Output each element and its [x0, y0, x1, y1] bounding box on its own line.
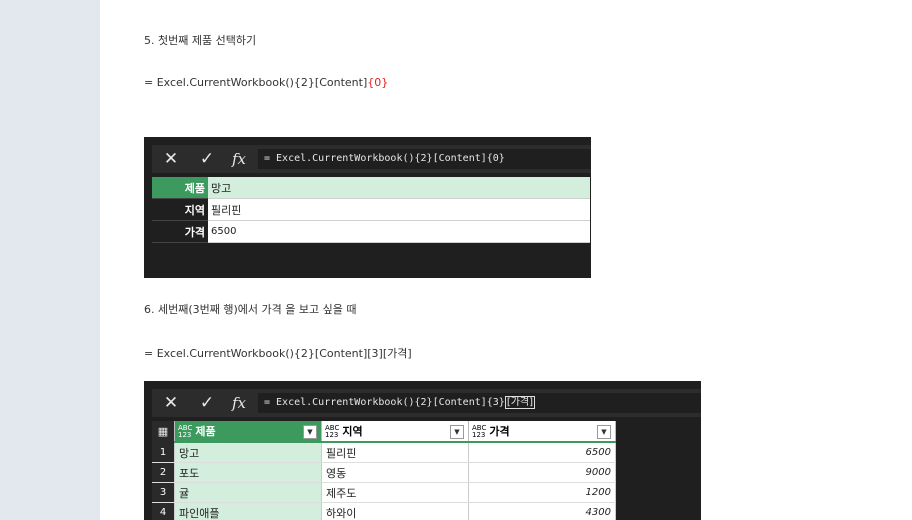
table-header-row: ▦ ABC 123 제품 ▼ ABC 123 지역 ▼ ABC 123 가격 ▼ — [152, 421, 616, 443]
step6-formula: = Excel.CurrentWorkbook(){2}[Content][3]… — [144, 347, 412, 360]
row-index: 3 — [152, 482, 175, 503]
table-row: 2 포도 영동 9000 — [152, 462, 616, 483]
formula-main: = Excel.CurrentWorkbook(){2}[Content]{3} — [264, 397, 505, 408]
record-row: 제품 망고 — [152, 177, 590, 199]
formula-input[interactable]: = Excel.CurrentWorkbook(){2}[Content]{0} — [258, 149, 591, 169]
cell-region[interactable]: 영동 — [321, 462, 469, 483]
left-sidebar — [0, 0, 100, 520]
step5-formula-main: = Excel.CurrentWorkbook(){2}[Content] — [144, 76, 368, 89]
cell-product[interactable]: 파인애플 — [174, 502, 322, 520]
record-key: 지역 — [152, 198, 208, 221]
power-query-record-screenshot: ✕ ✓ fx = Excel.CurrentWorkbook(){2}[Cont… — [144, 137, 591, 278]
row-index: 4 — [152, 502, 175, 520]
cell-product[interactable]: 귤 — [174, 482, 322, 503]
record-value[interactable]: 6500 — [208, 220, 590, 243]
record-value[interactable]: 필리핀 — [208, 198, 590, 221]
cell-region[interactable]: 하와이 — [321, 502, 469, 520]
close-icon[interactable]: ✕ — [160, 389, 182, 417]
cell-product[interactable]: 포도 — [174, 462, 322, 483]
record-key: 가격 — [152, 220, 208, 243]
chevron-down-icon[interactable]: ▼ — [450, 425, 464, 439]
cell-region[interactable]: 제주도 — [321, 482, 469, 503]
record-key: 제품 — [152, 177, 208, 199]
step6-heading: 6. 세번째(3번째 행)에서 가격 을 보고 싶을 때 — [144, 303, 357, 316]
table-row: 1 망고 필리핀 6500 — [152, 442, 616, 463]
close-icon[interactable]: ✕ — [160, 145, 182, 173]
formula-bar: ✕ ✓ fx = Excel.CurrentWorkbook(){2}[Cont… — [152, 145, 591, 173]
step5-heading: 5. 첫번째 제품 선택하기 — [144, 34, 257, 47]
formula-bar: ✕ ✓ fx = Excel.CurrentWorkbook(){2}[Cont… — [152, 389, 701, 417]
power-query-table-screenshot: ✕ ✓ fx = Excel.CurrentWorkbook(){2}[Cont… — [144, 381, 701, 520]
cell-product[interactable]: 망고 — [174, 442, 322, 463]
column-header-region[interactable]: ABC 123 지역 ▼ — [321, 421, 469, 443]
cell-price[interactable]: 1200 — [468, 482, 616, 503]
chevron-down-icon[interactable]: ▼ — [303, 425, 317, 439]
chevron-down-icon[interactable]: ▼ — [597, 425, 611, 439]
table-menu-icon[interactable]: ▦ — [152, 421, 175, 442]
fx-icon[interactable]: fx — [228, 145, 250, 173]
record-row: 가격 6500 — [152, 220, 590, 243]
row-index: 1 — [152, 442, 175, 463]
step5-formula-index: {0} — [367, 76, 389, 89]
data-table: ▦ ABC 123 제품 ▼ ABC 123 지역 ▼ ABC 123 가격 ▼ 1 망고 필리핀 65… — [152, 421, 616, 520]
type-any-icon: ABC 123 — [472, 424, 487, 439]
formula-input[interactable]: = Excel.CurrentWorkbook(){2}[Content]{3}… — [258, 393, 701, 413]
table-row: 3 귤 제주도 1200 — [152, 482, 616, 503]
cell-region[interactable]: 필리핀 — [321, 442, 469, 463]
formula-column-ref: [가격] — [504, 396, 536, 409]
record-value[interactable]: 망고 — [208, 177, 590, 199]
record-row: 지역 필리핀 — [152, 198, 590, 221]
check-icon[interactable]: ✓ — [196, 145, 218, 173]
row-index: 2 — [152, 462, 175, 483]
cell-price[interactable]: 6500 — [468, 442, 616, 463]
type-any-icon: ABC 123 — [325, 424, 340, 439]
step5-formula: = Excel.CurrentWorkbook(){2}[Content]{0} — [144, 76, 388, 89]
fx-icon[interactable]: fx — [228, 389, 250, 417]
check-icon[interactable]: ✓ — [196, 389, 218, 417]
table-row: 4 파인애플 하와이 4300 — [152, 502, 616, 520]
record-view: 제품 망고 지역 필리핀 가격 6500 — [152, 177, 590, 243]
column-header-product[interactable]: ABC 123 제품 ▼ — [174, 421, 322, 443]
type-any-icon: ABC 123 — [178, 424, 193, 439]
column-header-price[interactable]: ABC 123 가격 ▼ — [468, 421, 616, 443]
cell-price[interactable]: 4300 — [468, 502, 616, 520]
cell-price[interactable]: 9000 — [468, 462, 616, 483]
